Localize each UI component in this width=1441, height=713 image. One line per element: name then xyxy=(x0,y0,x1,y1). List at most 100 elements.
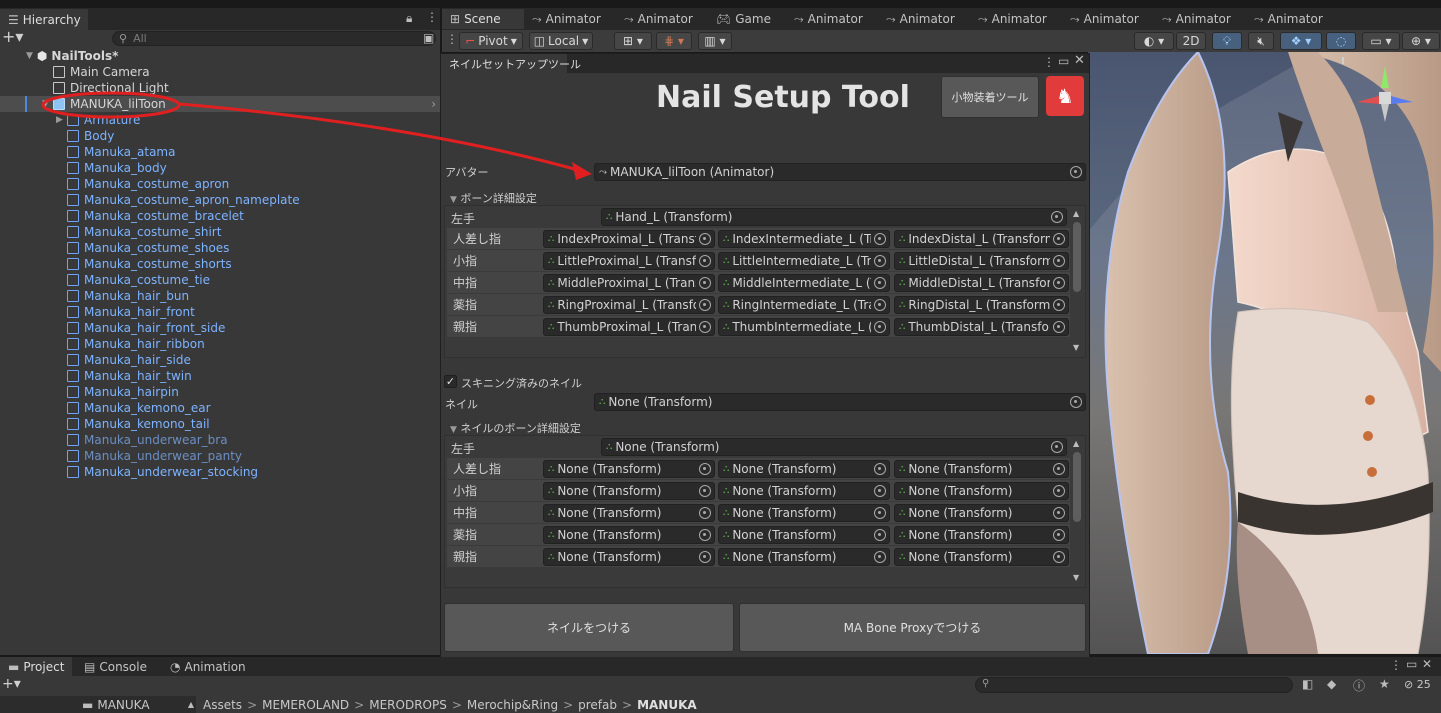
scroll-up-icon[interactable]: ▲ xyxy=(1073,439,1079,448)
local-dropdown[interactable]: ◫ Local ▼ xyxy=(529,32,593,50)
nail-field[interactable]: ⛬ None (Transform) xyxy=(594,393,1086,411)
increment-snap-button[interactable]: ⋕ ▾ xyxy=(656,32,692,50)
tab-animator[interactable]: ⤳ Animator xyxy=(1154,9,1246,29)
hierarchy-item[interactable]: Manuka_underwear_panty xyxy=(0,448,440,464)
hierarchy-item[interactable]: Manuka_costume_apron_nameplate xyxy=(0,192,440,208)
filter-icon[interactable]: ▣ xyxy=(423,31,434,45)
lock-icon[interactable]: 🔒︎ xyxy=(406,11,412,26)
hidden-objects-icon[interactable]: ◌ xyxy=(1326,32,1356,50)
object-picker-icon[interactable] xyxy=(874,233,886,245)
nail-bone-settings-foldout[interactable]: ▼ ネイルのボーン詳細設定 xyxy=(450,420,581,436)
object-picker-icon[interactable] xyxy=(1070,166,1082,178)
pivot-dropdown[interactable]: ⌐ Pivot ▼ xyxy=(459,32,523,50)
gizmos-dropdown[interactable]: ⊕ ▾ xyxy=(1402,32,1440,50)
hierarchy-item[interactable]: Manuka_hairpin xyxy=(0,384,440,400)
breadcrumb-item[interactable]: prefab xyxy=(578,698,617,712)
warning-filter-icon[interactable]: ⓘ xyxy=(1353,677,1365,694)
tab-animator[interactable]: ⤳ Animator xyxy=(524,9,616,29)
lighting-toggle-icon[interactable]: 💡︎ xyxy=(1212,32,1242,50)
object-picker-icon[interactable] xyxy=(874,551,886,563)
breadcrumb-item[interactable]: MANUKA xyxy=(637,698,697,712)
bone-field[interactable]: ⛬ None (Transform) xyxy=(718,460,890,478)
object-picker-icon[interactable] xyxy=(874,277,886,289)
tab-animator[interactable]: ⤳ Animator xyxy=(1246,9,1338,29)
hierarchy-item[interactable]: Manuka_costume_shirt xyxy=(0,224,440,240)
scroll-down-icon[interactable]: ▼ xyxy=(1073,343,1079,352)
hierarchy-item[interactable]: Main Camera xyxy=(0,64,440,80)
accessory-tool-button[interactable]: 小物装着ツール xyxy=(941,76,1039,118)
hierarchy-item[interactable]: Manuka_hair_ribbon xyxy=(0,336,440,352)
bone-field[interactable]: ⛬ LittleDistal_L (Transform) xyxy=(894,252,1069,270)
hierarchy-item[interactable]: Manuka_kemono_tail xyxy=(0,416,440,432)
bone-field[interactable]: ⛬ ThumbProximal_L (Trans xyxy=(543,318,715,336)
hierarchy-item[interactable]: Manuka_hair_front xyxy=(0,304,440,320)
object-picker-icon[interactable] xyxy=(1053,551,1065,563)
object-picker-icon[interactable] xyxy=(1053,277,1065,289)
object-picker-icon[interactable] xyxy=(1053,529,1065,541)
hierarchy-item[interactable]: Manuka_hair_twin xyxy=(0,368,440,384)
ma-bone-proxy-button[interactable]: MA Bone Proxyでつける xyxy=(739,603,1086,652)
tab-animator[interactable]: ⤳ Animator xyxy=(970,9,1062,29)
bone-field[interactable]: ⛬ None (Transform) xyxy=(718,504,890,522)
object-picker-icon[interactable] xyxy=(1053,463,1065,475)
bone-field[interactable]: ⛬ MiddleIntermediate_L (Tr xyxy=(718,274,890,292)
object-picker-icon[interactable] xyxy=(1053,507,1065,519)
type-filter-icon[interactable]: ◧ xyxy=(1302,677,1313,691)
bone-field[interactable]: ⛬ RingDistal_L (Transform) xyxy=(894,296,1069,314)
hierarchy-item[interactable]: Manuka_costume_tie xyxy=(0,272,440,288)
bone-scrollbar[interactable] xyxy=(1073,222,1081,292)
bone-field[interactable]: ⛬ None (Transform) xyxy=(894,504,1069,522)
bone-field[interactable]: ⛬ None (Transform) xyxy=(543,460,715,478)
bone-field[interactable]: ⛬ RingProximal_L (Transfor xyxy=(543,296,715,314)
avatar-field[interactable]: ⤳ MANUKA_lilToon (Animator) xyxy=(594,163,1086,181)
expand-arrow-icon[interactable]: ▶ xyxy=(56,115,63,125)
add-button[interactable]: +▾ xyxy=(2,29,23,45)
scroll-up-icon[interactable]: ▲ xyxy=(188,700,194,709)
hierarchy-item[interactable]: Manuka_hair_front_side xyxy=(0,320,440,336)
kebab-menu-icon[interactable]: ⋮ xyxy=(426,10,438,24)
object-picker-icon[interactable] xyxy=(1053,233,1065,245)
bone-settings-foldout[interactable]: ▼ ボーン詳細設定 xyxy=(450,190,537,206)
bone-field[interactable]: ⛬ None (Transform) xyxy=(543,482,715,500)
kebab-menu-icon[interactable]: ⋮ xyxy=(1043,55,1055,69)
object-picker-icon[interactable] xyxy=(874,463,886,475)
scroll-up-icon[interactable]: ▲ xyxy=(1073,209,1079,218)
project-search-input[interactable]: ⚲ xyxy=(975,677,1293,693)
bone-field[interactable]: ⛬ None (Transform) xyxy=(718,526,890,544)
scene-view[interactable] xyxy=(1088,52,1441,654)
audio-toggle-icon[interactable]: 🔇︎ xyxy=(1248,32,1274,50)
object-picker-icon[interactable] xyxy=(874,507,886,519)
label-filter-icon[interactable]: ◆ xyxy=(1327,677,1336,691)
tab-project[interactable]: ▬ Project xyxy=(0,657,72,676)
tab-animator[interactable]: ⤳ Animator xyxy=(616,9,708,29)
bone-field[interactable]: ⛬ None (Transform) xyxy=(718,482,890,500)
hierarchy-item[interactable]: Manuka_costume_shoes xyxy=(0,240,440,256)
add-asset-button[interactable]: +▾ xyxy=(2,676,21,692)
object-picker-icon[interactable] xyxy=(1053,299,1065,311)
breadcrumb-item[interactable]: MERODROPS xyxy=(369,698,447,712)
breadcrumb-item[interactable]: Merochip&Ring xyxy=(467,698,558,712)
object-picker-icon[interactable] xyxy=(699,277,711,289)
object-picker-icon[interactable] xyxy=(874,485,886,497)
hidden-count[interactable]: ⊘ 25 xyxy=(1404,678,1431,691)
folder-tree-selected[interactable]: ▬ MANUKA ▲ xyxy=(0,696,196,713)
bone-field[interactable]: ⛬ None (Transform) xyxy=(718,548,890,566)
hierarchy-item[interactable]: Directional Light xyxy=(0,80,440,96)
camera-dropdown[interactable]: ▭ ▾ xyxy=(1362,32,1400,50)
hierarchy-item[interactable]: ▼ › MANUKA_lilToon xyxy=(0,96,440,112)
object-picker-icon[interactable] xyxy=(699,255,711,267)
app-logo-icon[interactable]: ♞ xyxy=(1046,76,1084,116)
kebab-menu-icon[interactable]: ⋮ xyxy=(1390,658,1402,672)
object-picker-icon[interactable] xyxy=(874,299,886,311)
maximize-icon[interactable]: ▭ xyxy=(1406,657,1417,671)
bone-field[interactable]: ⛬ RingIntermediate_L (Tran xyxy=(718,296,890,314)
nail-left-hand-field[interactable]: ⛬ None (Transform) xyxy=(601,438,1067,456)
skinned-nail-checkbox[interactable]: ✓ xyxy=(444,375,457,388)
expand-arrow-icon[interactable]: ▼ xyxy=(26,51,33,61)
object-picker-icon[interactable] xyxy=(699,529,711,541)
hierarchy-item[interactable]: Manuka_underwear_stocking xyxy=(0,464,440,480)
hierarchy-item[interactable]: Manuka_body xyxy=(0,160,440,176)
tab-animation[interactable]: ◔ Animation xyxy=(162,657,254,676)
close-icon[interactable]: ✕ xyxy=(1422,657,1432,671)
object-picker-icon[interactable] xyxy=(699,321,711,333)
